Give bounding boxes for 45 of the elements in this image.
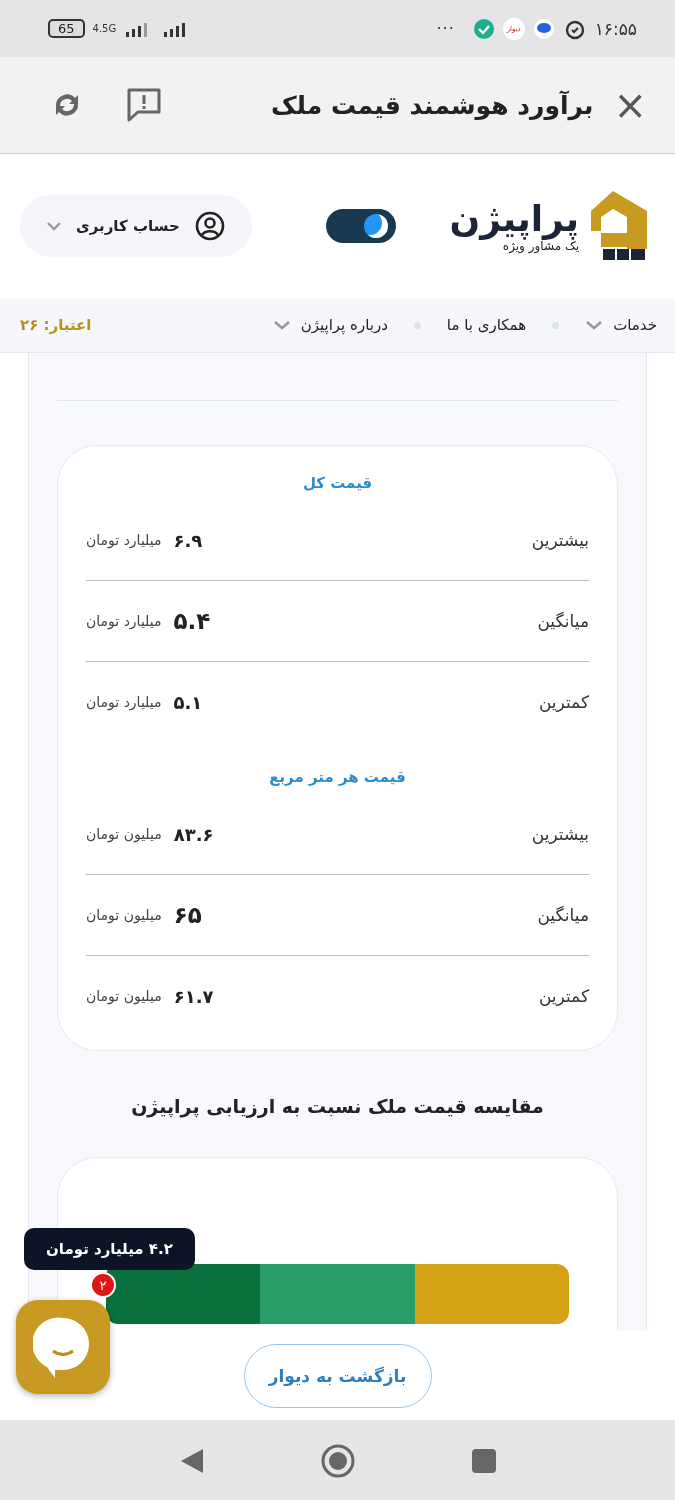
recents-square-icon[interactable] — [470, 1447, 499, 1475]
page-title: برآورد هوشمند قیمت ملک — [270, 90, 594, 120]
price-value: ۵.۴ — [173, 608, 211, 634]
chevron-down-icon — [46, 221, 62, 231]
section-title: قیمت هر متر مربع — [269, 768, 406, 786]
row-label: میانگین — [537, 905, 589, 925]
price-value: ۶۵ — [173, 902, 202, 928]
credit-label: اعتبار: ۲۶ — [20, 316, 92, 334]
price-unit: میلیون تومان — [86, 907, 162, 923]
message-icon — [532, 17, 555, 40]
price-value: ۵.۱ — [173, 691, 203, 713]
row-label: کمترین — [538, 692, 589, 712]
section-title: قیمت کل — [302, 474, 373, 492]
check-icon — [472, 17, 495, 40]
network-label: 4.5G — [92, 23, 117, 34]
account-button[interactable]: حساب کاربری — [20, 195, 252, 257]
close-button[interactable]: × — [613, 85, 647, 125]
price-value: ۸۳.۶ — [173, 823, 214, 845]
nav-menu-item[interactable]: همکاری با ما — [446, 316, 527, 334]
row-label: بیشترین — [531, 530, 589, 550]
price-unit: میلیارد تومان — [86, 613, 162, 629]
more-icon: ··· — [436, 19, 455, 38]
nav-menu-item[interactable]: خدمات — [585, 316, 657, 334]
price-tooltip: ۴.۲ میلیارد تومان — [24, 1228, 195, 1270]
logo-name: پراپیژن — [449, 199, 579, 239]
clock: ۱۶:۵۵ — [594, 18, 637, 39]
nav-menu-item[interactable]: درباره پراپیژن — [272, 316, 388, 334]
row-label: میانگین — [537, 611, 589, 631]
dark-mode-toggle[interactable] — [325, 209, 396, 243]
home-circle-icon[interactable] — [320, 1443, 357, 1479]
row-label: بیشترین — [531, 824, 589, 844]
price-value: ۶.۹ — [173, 529, 203, 551]
user-icon — [193, 210, 226, 242]
price-unit: میلیون تومان — [86, 988, 162, 1004]
battery-icon: 65 — [48, 19, 85, 38]
row-label: کمترین — [538, 986, 589, 1006]
price-unit: میلیارد تومان — [86, 532, 162, 548]
price-unit: میلیارد تومان — [86, 694, 162, 710]
chat-button[interactable] — [16, 1300, 110, 1394]
chevron-down-icon — [585, 320, 604, 330]
comparison-title: مقایسه قیمت ملک نسبت به ارزیابی پراپیژن — [131, 1095, 544, 1117]
back-button[interactable]: بازگشت به دیوار — [243, 1343, 432, 1408]
chevron-down-icon — [272, 320, 291, 330]
price-unit: میلیون تومان — [86, 826, 162, 842]
price-value: ۶۱.۷ — [173, 985, 214, 1007]
